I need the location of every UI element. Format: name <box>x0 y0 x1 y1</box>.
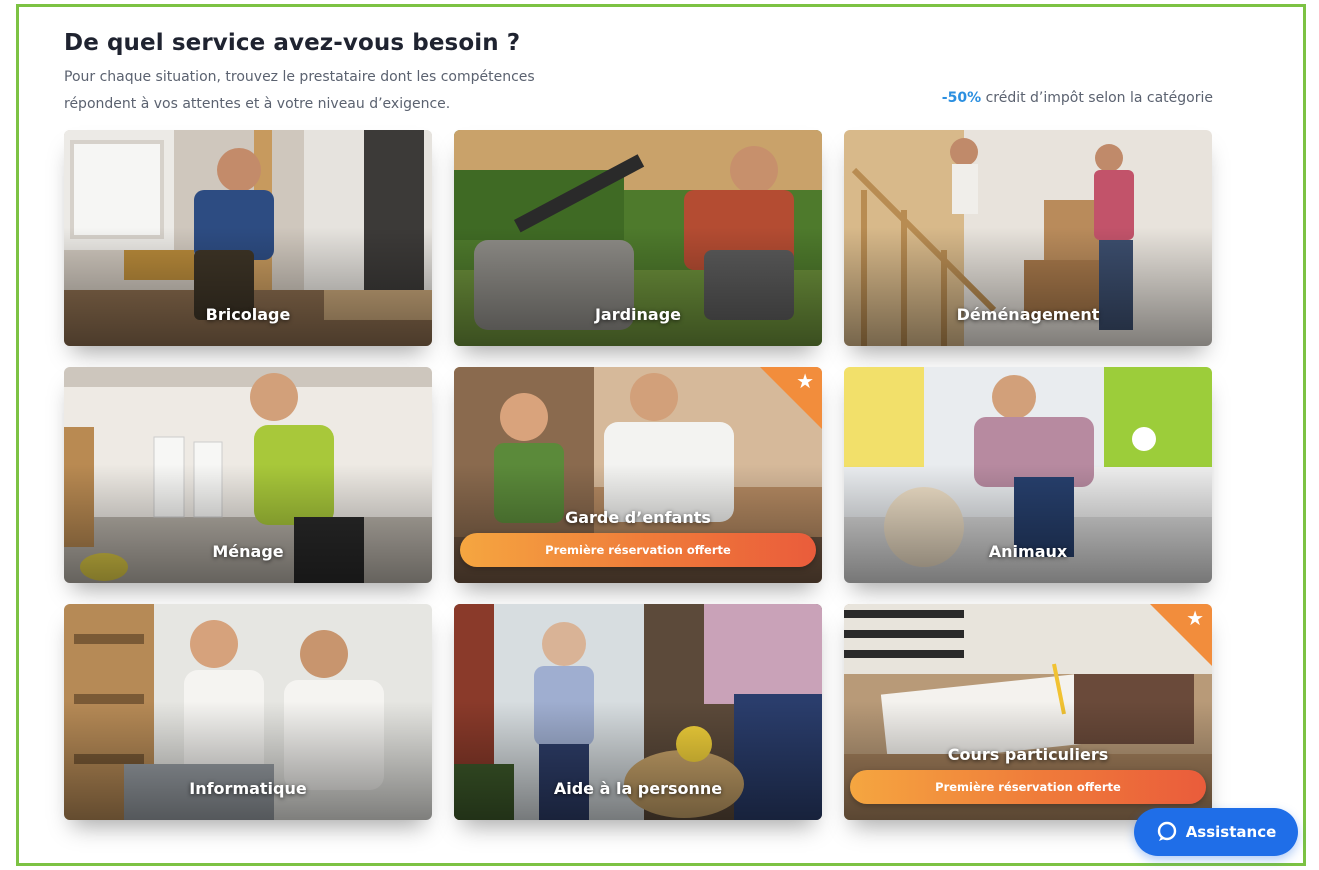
tax-credit-percent: -50% <box>941 90 982 106</box>
service-label: Jardinage <box>594 305 682 324</box>
tax-credit-note: -50% crédit d’impôt selon la catégorie <box>942 90 1213 106</box>
service-card-demenagement[interactable]: Déménagement <box>844 130 1212 346</box>
service-card-menage[interactable]: Ménage <box>64 367 432 583</box>
promo-button[interactable]: Première réservation offerte <box>850 770 1206 804</box>
service-label: Cours particuliers <box>947 745 1109 764</box>
service-label: Ménage <box>212 542 284 561</box>
service-label: Bricolage <box>205 305 291 324</box>
page-title: De quel service avez-vous besoin ? <box>64 30 521 56</box>
service-card-cours-particuliers[interactable]: ★ Cours particuliers Première réservatio… <box>844 604 1212 820</box>
service-card-jardinage[interactable]: Jardinage <box>454 130 822 346</box>
chat-bubble-icon <box>1156 821 1178 843</box>
subtitle-line-2: répondent à vos attentes et à votre nive… <box>64 96 451 112</box>
service-label: Garde d’enfants <box>565 508 711 527</box>
service-card-informatique[interactable]: Informatique <box>64 604 432 820</box>
star-icon: ★ <box>796 369 814 393</box>
service-card-bricolage[interactable]: Bricolage <box>64 130 432 346</box>
service-card-aide-personne[interactable]: Aide à la personne <box>454 604 822 820</box>
service-label: Animaux <box>988 542 1068 561</box>
service-card-garde-enfants[interactable]: ★ Garde d’enfants Première réservation o… <box>454 367 822 583</box>
page-subtitle: Pour chaque situation, trouvez le presta… <box>64 64 624 118</box>
service-label: Informatique <box>189 779 307 798</box>
tax-credit-text: crédit d’impôt selon la catégorie <box>981 90 1213 106</box>
subtitle-line-1: Pour chaque situation, trouvez le presta… <box>64 69 535 85</box>
star-icon: ★ <box>1186 606 1204 630</box>
promo-button[interactable]: Première réservation offerte <box>460 533 816 567</box>
assistance-label: Assistance <box>1185 823 1277 841</box>
service-label: Aide à la personne <box>553 779 723 798</box>
assistance-button[interactable]: Assistance <box>1134 808 1298 856</box>
service-card-animaux[interactable]: Animaux <box>844 367 1212 583</box>
service-label: Déménagement <box>956 305 1100 324</box>
